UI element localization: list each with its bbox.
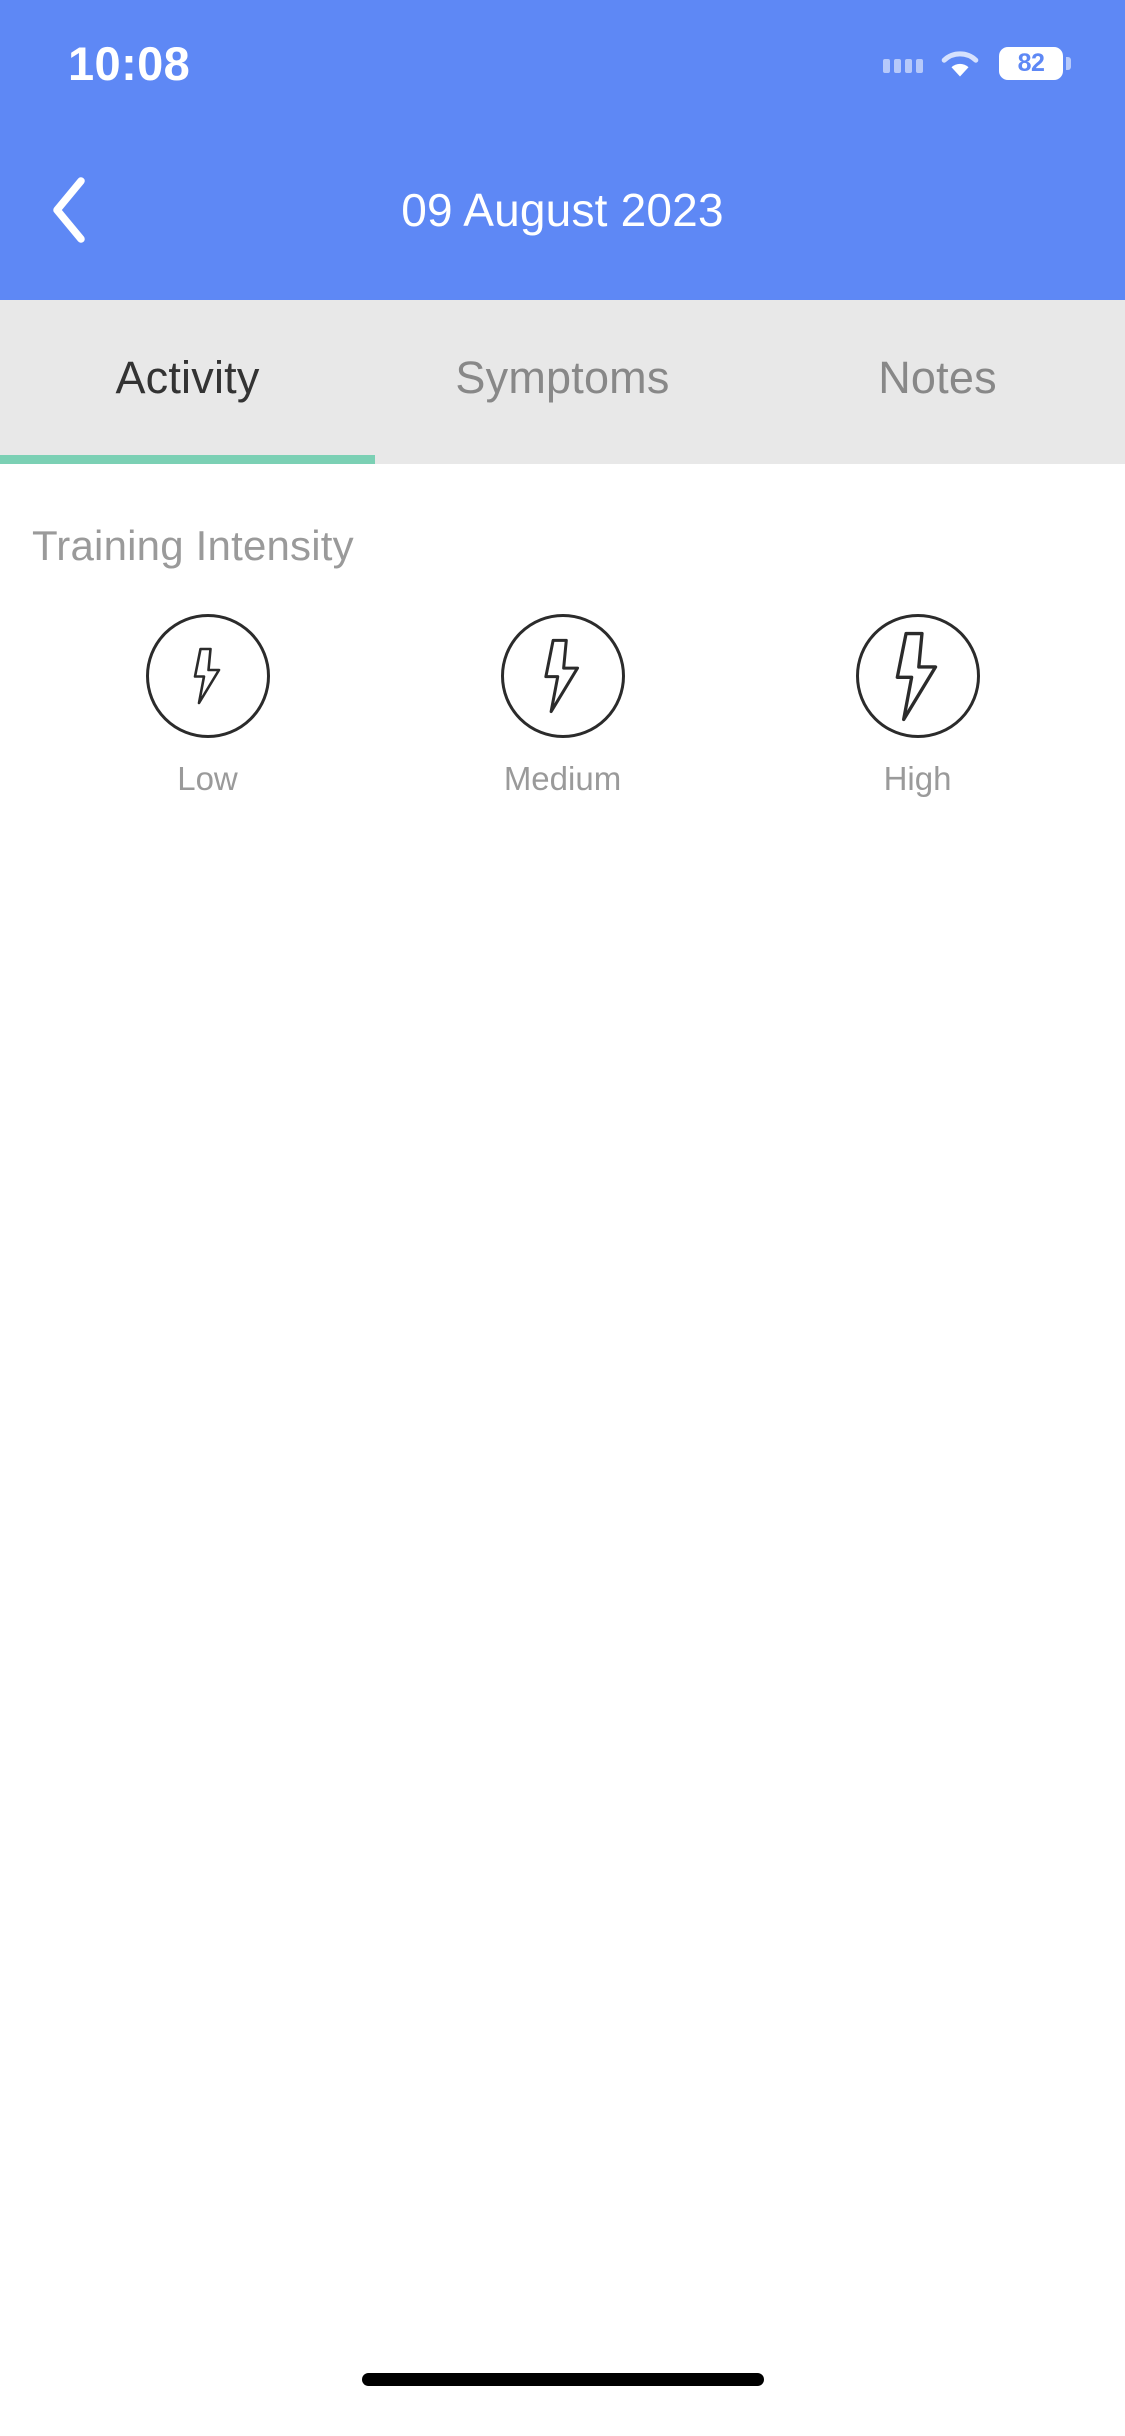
tab-symptoms[interactable]: Symptoms [375, 300, 750, 456]
page-title: 09 August 2023 [401, 184, 724, 236]
home-indicator[interactable] [361, 2372, 764, 2386]
nav-bar: 09 August 2023 [0, 120, 1125, 300]
tab-activity-label: Activity [115, 352, 260, 403]
signal-dots-icon [883, 53, 923, 73]
lightning-bolt-icon [895, 631, 937, 721]
tab-bar: Activity Symptoms Notes [0, 300, 1125, 464]
chevron-left-icon [53, 177, 85, 243]
training-intensity-selector: Low Medium High [30, 614, 1095, 798]
intensity-circle-high [855, 614, 980, 738]
battery-icon: 82 [999, 46, 1071, 80]
intensity-option-high[interactable]: High [740, 614, 1095, 798]
wifi-icon [941, 51, 979, 77]
training-intensity-title: Training Intensity [32, 522, 354, 569]
home-indicator-area [0, 2340, 1125, 2436]
status-bar-indicators: 82 [883, 41, 1071, 80]
tab-symptoms-label: Symptoms [455, 352, 670, 403]
intensity-circle-medium [500, 614, 625, 738]
header-band: 10:08 82 09 August 2023 [0, 0, 1125, 300]
tab-activity[interactable]: Activity [0, 300, 375, 456]
status-bar: 10:08 82 [0, 0, 1125, 120]
app-screen: 10:08 82 09 August 2023 Activity Symptom… [0, 0, 1125, 2436]
content-area: Training Intensity Low Medium High [0, 464, 1125, 2340]
intensity-circle-low [145, 614, 270, 738]
status-bar-time: 10:08 [68, 36, 191, 90]
intensity-label-medium: Medium [503, 760, 622, 797]
battery-level-text: 82 [1017, 48, 1045, 77]
intensity-label-low: Low [177, 760, 238, 797]
lightning-bolt-icon [193, 647, 220, 705]
intensity-option-low[interactable]: Low [30, 614, 385, 798]
tab-active-indicator [0, 455, 375, 464]
back-button[interactable] [22, 162, 118, 258]
intensity-option-medium[interactable]: Medium [385, 614, 740, 798]
tab-notes[interactable]: Notes [750, 300, 1125, 456]
lightning-bolt-icon [543, 638, 579, 714]
intensity-label-high: High [883, 760, 952, 797]
tab-notes-label: Notes [878, 352, 997, 403]
